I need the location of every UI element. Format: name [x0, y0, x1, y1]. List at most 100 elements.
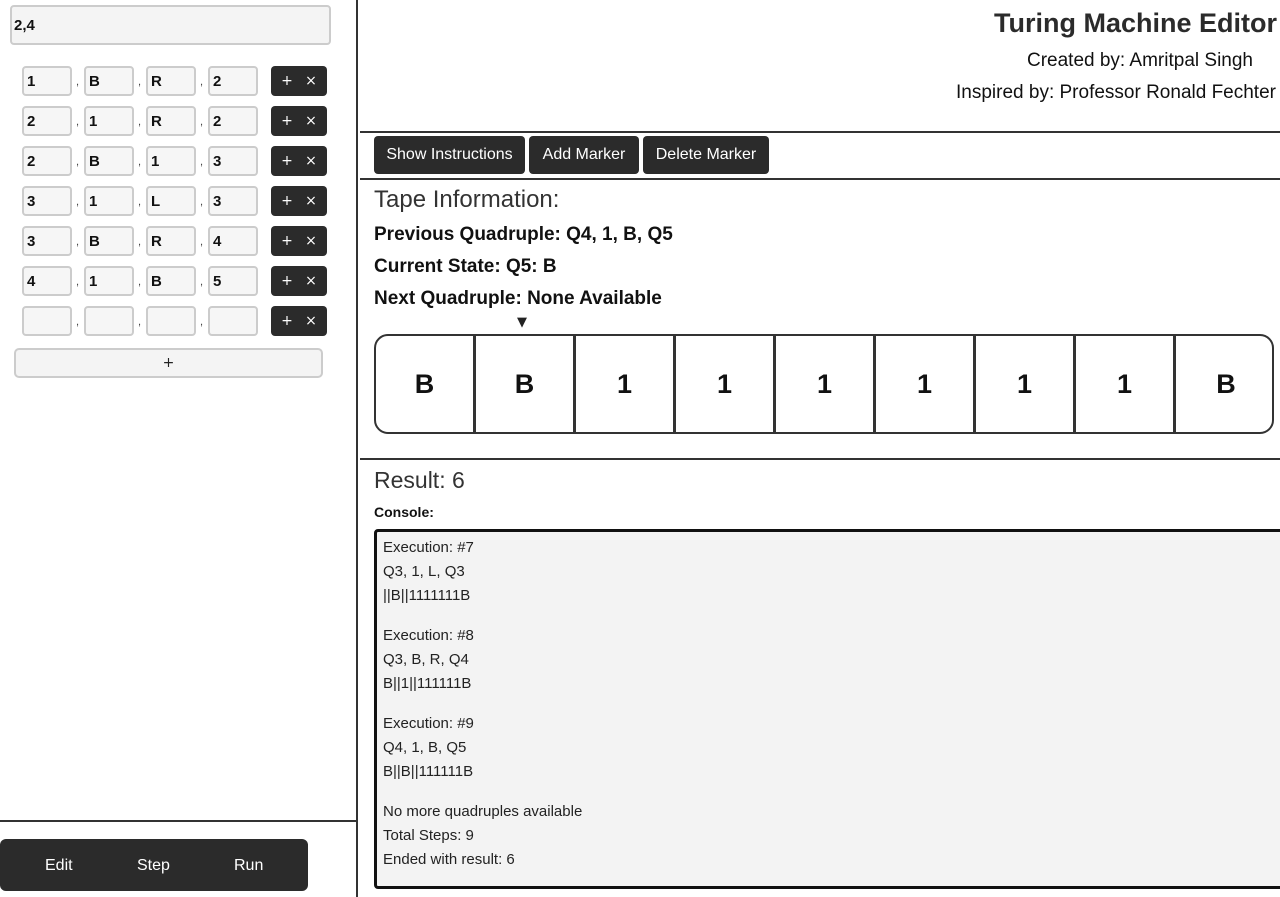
row-actions: + ×	[271, 306, 327, 336]
remove-row-icon[interactable]: ×	[300, 73, 322, 89]
comma-separator: ,	[76, 316, 80, 328]
tape-cell: B	[1216, 368, 1236, 399]
row-actions: + ×	[271, 266, 327, 296]
quadruple-field[interactable]	[84, 106, 134, 136]
insert-row-icon[interactable]: +	[276, 193, 298, 209]
comma-separator: ,	[76, 276, 80, 288]
row-actions: + ×	[271, 186, 327, 216]
comma-separator: ,	[138, 316, 142, 328]
console-line: Q3, 1, L, Q3	[383, 563, 465, 580]
quadruple-field[interactable]	[208, 266, 258, 296]
quadruple-field[interactable]	[22, 306, 72, 336]
tape-cell: 1	[976, 336, 1076, 432]
insert-row-icon[interactable]: +	[276, 113, 298, 129]
comma-separator: ,	[200, 196, 204, 208]
quadruple-field[interactable]	[22, 66, 72, 96]
row-actions: + ×	[271, 66, 327, 96]
console-entry: No more quadruples available Total Steps:…	[383, 802, 1275, 874]
right-panel: Turing Machine Editor Created by: Amritp…	[360, 0, 1280, 897]
quadruple-row: ,,, +×	[22, 106, 332, 136]
quadruple-field[interactable]	[146, 66, 196, 96]
comma-separator: ,	[200, 156, 204, 168]
quadruple-field[interactable]	[208, 146, 258, 176]
comma-separator: ,	[138, 276, 142, 288]
quadruple-field[interactable]	[22, 226, 72, 256]
comma-separator: ,	[138, 236, 142, 248]
comma-separator: ,	[200, 116, 204, 128]
current-state: Current State: Q5: B	[374, 256, 557, 277]
comma-separator: ,	[138, 196, 142, 208]
remove-row-icon[interactable]: ×	[300, 313, 322, 329]
quadruple-field[interactable]	[84, 266, 134, 296]
run-button[interactable]: Run	[234, 857, 263, 875]
quadruple-field[interactable]	[146, 306, 196, 336]
remove-row-icon[interactable]: ×	[300, 273, 322, 289]
quadruple-row: ,,, +×	[22, 66, 332, 96]
console-entry: Execution: #8 Q3, B, R, Q4 B||1||111111B	[383, 626, 1275, 698]
tape-cell: 1	[1076, 336, 1176, 432]
quadruple-field[interactable]	[146, 146, 196, 176]
console-label: Console:	[374, 504, 434, 520]
quadruple-field[interactable]	[22, 186, 72, 216]
console-line: Execution: #8	[383, 627, 474, 644]
quadruple-field[interactable]	[146, 186, 196, 216]
quadruple-field[interactable]	[208, 106, 258, 136]
quadruple-field[interactable]	[146, 226, 196, 256]
quadruple-field[interactable]	[22, 106, 72, 136]
tape-input[interactable]	[10, 5, 331, 45]
divider	[360, 131, 1280, 133]
add-marker-button[interactable]: Add Marker	[529, 136, 639, 174]
quadruple-row: ,,, +×	[22, 266, 332, 296]
comma-separator: ,	[200, 316, 204, 328]
remove-row-icon[interactable]: ×	[300, 113, 322, 129]
quadruple-field[interactable]	[146, 106, 196, 136]
result-text: Result: 6	[374, 467, 465, 493]
insert-row-icon[interactable]: +	[276, 273, 298, 289]
remove-row-icon[interactable]: ×	[300, 153, 322, 169]
console-line: B||B||111111B	[383, 763, 474, 780]
quadruple-field[interactable]	[208, 66, 258, 96]
console-entry: Execution: #7 Q3, 1, L, Q3 ||B||1111111B	[383, 538, 1275, 610]
console-output[interactable]: Execution: #7 Q3, 1, L, Q3 ||B||1111111B Ex…	[374, 529, 1280, 889]
edit-button[interactable]: Edit	[45, 857, 73, 875]
quadruple-field[interactable]	[208, 226, 258, 256]
next-quadruple: Next Quadruple: None Available	[374, 288, 662, 309]
author-credit: Created by: Amritpal Singh	[1026, 50, 1253, 71]
quadruple-field[interactable]	[146, 266, 196, 296]
comma-separator: ,	[138, 116, 142, 128]
quadruple-field[interactable]	[84, 306, 134, 336]
quadruple-field[interactable]	[84, 146, 134, 176]
insert-row-icon[interactable]: +	[276, 233, 298, 249]
quadruple-field[interactable]	[84, 226, 134, 256]
head-marker-icon: ▼	[517, 315, 527, 330]
tape-info-heading: Tape Information:	[374, 186, 560, 213]
quadruple-field[interactable]	[84, 66, 134, 96]
show-instructions-button[interactable]: Show Instructions	[374, 136, 525, 174]
tape-cell: 1	[776, 336, 876, 432]
step-button[interactable]: Step	[137, 857, 170, 875]
console-line: Execution: #7	[383, 539, 474, 556]
comma-separator: ,	[76, 76, 80, 88]
console-line: ||B||1111111B	[383, 587, 471, 604]
add-row-button[interactable]: +	[14, 348, 323, 378]
comma-separator: ,	[200, 236, 204, 248]
quadruple-field[interactable]	[22, 266, 72, 296]
comma-separator: ,	[200, 276, 204, 288]
tape-cell: B	[476, 336, 576, 432]
quadruple-field[interactable]	[208, 306, 258, 336]
delete-marker-button[interactable]: Delete Marker	[643, 136, 769, 174]
quadruple-field[interactable]	[22, 146, 72, 176]
control-bar: Edit Step Run	[0, 839, 308, 891]
comma-separator: ,	[76, 116, 80, 128]
remove-row-icon[interactable]: ×	[300, 233, 322, 249]
quadruple-field[interactable]	[84, 186, 134, 216]
comma-separator: ,	[138, 76, 142, 88]
console-line: Total Steps: 9	[383, 827, 474, 844]
insert-row-icon[interactable]: +	[276, 313, 298, 329]
insert-row-icon[interactable]: +	[276, 153, 298, 169]
insert-row-icon[interactable]: +	[276, 73, 298, 89]
comma-separator: ,	[200, 76, 204, 88]
quadruple-field[interactable]	[208, 186, 258, 216]
row-actions: + ×	[271, 106, 327, 136]
remove-row-icon[interactable]: ×	[300, 193, 322, 209]
